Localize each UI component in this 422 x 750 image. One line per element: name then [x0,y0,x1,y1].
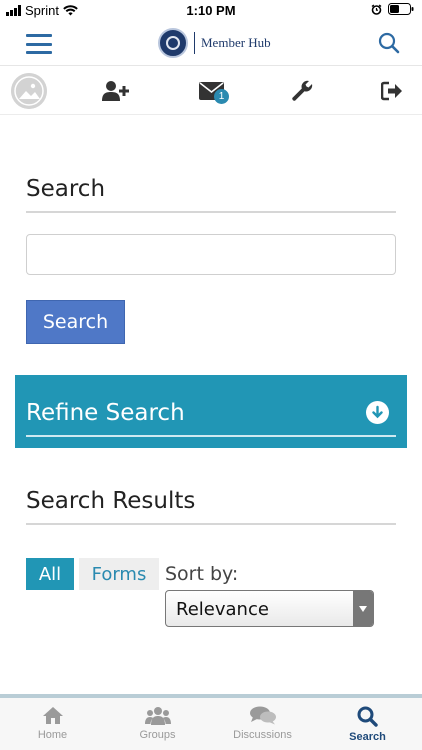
tab-search-label: Search [349,731,386,743]
tab-discussions[interactable]: Discussions [210,706,315,741]
status-right [371,3,414,15]
logo-seal-icon [158,28,188,58]
search-button[interactable]: Search [26,300,125,344]
sort-selected-value: Relevance [176,599,269,620]
groups-icon [144,707,171,725]
logout-icon[interactable] [380,75,404,107]
search-title: Search [26,176,106,202]
arrow-down-circle-icon[interactable] [366,401,389,424]
tab-home[interactable]: Home [0,706,105,741]
status-bar: Sprint 1:10 PM [0,0,422,22]
avatar[interactable] [11,73,47,109]
search-results-title: Search Results [26,488,196,514]
dropdown-arrow-icon [353,591,373,626]
app-header: Member Hub [0,22,422,66]
add-user-icon[interactable] [100,75,132,107]
home-icon [42,707,63,724]
sort-by-select[interactable]: Relevance [165,590,374,627]
logo-text: Member Hub [201,35,271,50]
tab-groups[interactable]: Groups [105,706,210,741]
wrench-icon[interactable] [288,75,316,107]
refine-search-title: Refine Search [26,400,185,426]
bottom-tab-bar: Home Groups Discussions Search [0,694,422,750]
search-icon[interactable] [378,32,400,54]
tab-home-label: Home [37,729,68,741]
image-placeholder-icon [11,73,47,109]
refine-divider [26,435,396,437]
icon-toolbar: 1 [0,67,422,115]
mail-icon[interactable]: 1 [192,75,232,107]
tab-search[interactable]: Search [315,706,420,743]
search-icon [357,706,378,727]
status-time: 1:10 PM [186,3,236,18]
logo[interactable]: Member Hub [158,28,271,58]
mail-badge: 1 [214,89,229,104]
search-input[interactable] [26,234,396,275]
tab-groups-label: Groups [139,729,176,741]
results-title-divider [26,523,396,525]
search-title-divider [26,211,396,213]
tab-discussions-label: Discussions [233,729,292,741]
sort-by-label: Sort by: [165,563,239,585]
battery-icon [388,3,414,15]
menu-icon[interactable] [26,34,52,54]
alarm-icon [371,3,382,15]
filter-forms-button[interactable]: Forms [79,558,159,590]
refine-search-panel[interactable]: Refine Search [15,375,407,448]
discussions-icon [249,706,276,725]
filter-all-button[interactable]: All [26,558,74,590]
